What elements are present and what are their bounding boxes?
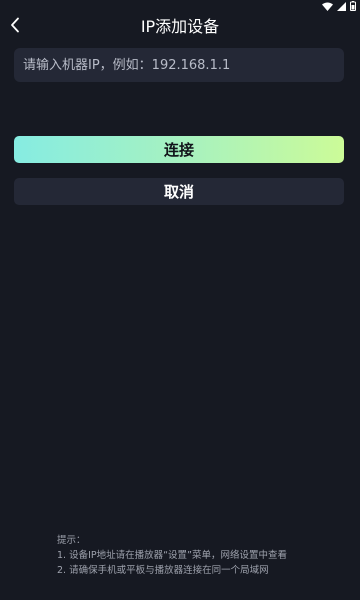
tips-heading: 提示： (57, 535, 86, 546)
back-button[interactable] (2, 12, 28, 42)
page-title: IP添加设备 (140, 17, 220, 36)
battery-icon (350, 1, 356, 11)
wifi-icon (322, 2, 333, 11)
nav-bar: IP添加设备 (0, 12, 360, 42)
ip-address-input[interactable] (14, 48, 344, 82)
signal-icon (337, 1, 346, 11)
connect-button[interactable]: 连接 (14, 136, 344, 163)
tip-item-2: 2. 请确保手机或平板与播放器连接在同一个局域网 (57, 565, 269, 576)
chevron-left-icon (10, 17, 20, 37)
cancel-button[interactable]: 取消 (14, 178, 344, 205)
status-icons (322, 1, 356, 11)
tip-item-1: 1. 设备IP地址请在播放器“设置”菜单，网络设置中查看 (57, 550, 287, 561)
tips-section: 提示： 1. 设备IP地址请在播放器“设置”菜单，网络设置中查看 2. 请确保手… (57, 533, 357, 578)
